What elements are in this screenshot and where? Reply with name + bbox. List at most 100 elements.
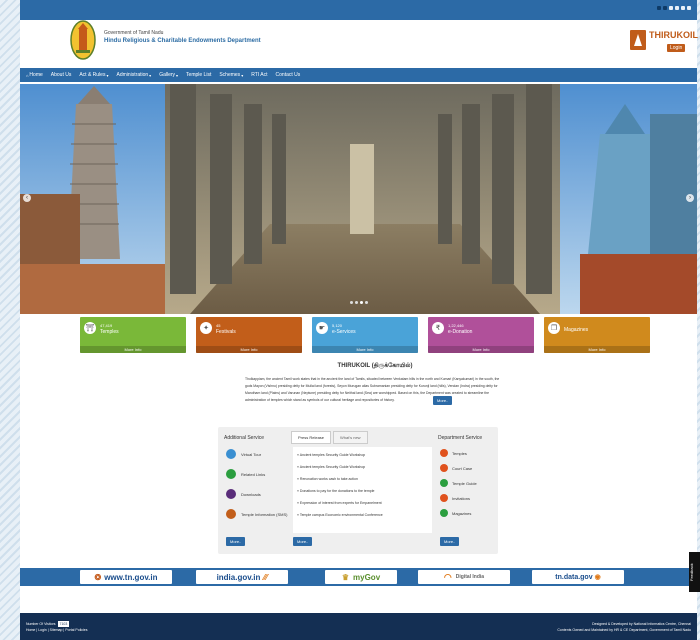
card-more-link[interactable]: More Info (544, 346, 650, 353)
press-more-button[interactable]: More.. (293, 537, 313, 546)
slider-dots (349, 301, 368, 304)
donation-icon: ₹ (432, 322, 444, 334)
about-text: Tholkappiam, the ancient Tamil work stat… (245, 377, 500, 402)
card-more-link[interactable]: More Info (428, 346, 534, 353)
news-item[interactable]: » Temple campus Economic environmental C… (297, 513, 383, 517)
slider-dot-active[interactable] (359, 301, 363, 304)
font-decrease-button[interactable] (669, 6, 673, 10)
nav-act-rules[interactable]: Act & Rules ▾ (79, 72, 108, 78)
card-label: e-Donation (448, 329, 473, 335)
language-button[interactable] (687, 6, 691, 10)
nav-temple-list[interactable]: Temple List (186, 72, 211, 78)
department-more-button[interactable]: More.. (440, 537, 460, 546)
footer-left: Number Of Visitors 7103 Home | Login | Si… (26, 621, 87, 633)
card-count: 5,120 (332, 323, 343, 328)
temple-logo-icon (630, 30, 646, 50)
magazine-icon: ❐ (548, 322, 560, 334)
tab-whats-new[interactable]: What's new (333, 431, 368, 444)
invitation-icon (440, 494, 448, 502)
department-service-panel: Department Service Temples Court Case Te… (432, 427, 498, 554)
dept-service-invitations[interactable]: Invitations (440, 494, 470, 502)
footer-links[interactable]: Home | Login | Sitemap | Portal Policies (26, 627, 87, 633)
card-festivals[interactable]: ✦ 45 Festivals More Info (196, 317, 302, 353)
card-temples[interactable]: ⛩ 47,419 Temples More Info (80, 317, 186, 353)
news-item[interactable]: » Expression of interest from experts fo… (297, 501, 382, 505)
service-downloads[interactable]: Downloads (226, 489, 261, 499)
portal-tn-data-gov[interactable]: tn.data.gov ◉ (532, 570, 624, 584)
feedback-tab[interactable]: Feedback (689, 552, 700, 592)
chevron-down-icon: ▾ (241, 72, 244, 78)
dept-service-temples[interactable]: Temples (440, 449, 467, 457)
about-more-button[interactable]: More.. (433, 396, 453, 405)
site-header: Government of Tamil Nadu Hindu Religious… (20, 20, 698, 68)
dept-service-magazines[interactable]: Magazines (440, 509, 471, 517)
national-emblem-icon: ♛ (341, 572, 350, 582)
news-item[interactable]: » Donations to pay for the donations to … (297, 489, 374, 493)
quick-stat-cards: ⛩ 47,419 Temples More Info ✦ 45 Festival… (80, 317, 660, 355)
contrast-dark-button[interactable] (657, 6, 661, 10)
main-navigation: ⌂ Home About Us Act & Rules ▾ Administrati… (20, 68, 697, 82)
slider-dot[interactable] (354, 301, 358, 304)
flag-stripes-icon: ⁄⁄⁄ (263, 572, 268, 582)
card-e-donation[interactable]: ₹ 1,22,446 e-Donation More Info (428, 317, 534, 353)
card-count: 47,419 (100, 323, 113, 328)
tn-emblem-icon: ❂ (94, 572, 102, 582)
accessibility-controls (657, 6, 691, 10)
portal-tn-gov[interactable]: ❂ www.tn.gov.in (80, 570, 172, 584)
card-magazines[interactable]: ❐ Magazines More Info (544, 317, 650, 353)
link-icon (226, 469, 236, 479)
login-button[interactable]: Login (667, 44, 686, 52)
news-tabs: Press Release What's new (291, 431, 368, 444)
portal-digital-india[interactable]: ◠ Digital India (418, 570, 510, 584)
sms-icon (226, 509, 236, 519)
font-increase-button[interactable] (681, 6, 685, 10)
dept-service-temple-guide[interactable]: Temple Guide (440, 479, 477, 487)
digital-india-logo-icon: ◠ (443, 571, 452, 582)
nav-contact-us[interactable]: Contact Us (276, 72, 301, 78)
card-more-link[interactable]: More Info (312, 346, 418, 353)
card-label: Festivals (216, 329, 236, 335)
nav-administration[interactable]: Administration ▾ (116, 72, 151, 78)
service-temple-info-sms[interactable]: Temple Information (SMS) (226, 509, 287, 519)
nav-schemes[interactable]: Schemes ▾ (219, 72, 243, 78)
government-label: Government of Tamil Nadu (104, 30, 164, 36)
service-virtual-tour[interactable]: Virtual Tour (226, 449, 261, 459)
hand-icon: ☛ (316, 322, 328, 334)
tab-press-release[interactable]: Press Release (291, 431, 332, 444)
news-item[interactable]: » Ancient temples Security Guide Worksho… (297, 465, 365, 469)
card-label: Magazines (564, 327, 589, 333)
temple-icon: ⛩ (84, 322, 96, 334)
temple-icon (440, 449, 448, 457)
brand-name: THIRUKOIL (649, 30, 698, 40)
portal-mygov[interactable]: ♛ myGov (325, 570, 397, 584)
news-item[interactable]: » Ancient temples Security Guide Worksho… (297, 453, 365, 457)
top-utility-bar (20, 0, 697, 20)
dept-service-court-case[interactable]: Court Case (440, 464, 472, 472)
nav-home[interactable]: ⌂ Home (26, 72, 43, 78)
globe-icon: ◉ (594, 574, 601, 581)
additional-more-button[interactable]: More.. (226, 537, 246, 546)
panel-title: Additional Service (224, 435, 265, 441)
slider-prev-icon[interactable]: ‹ (23, 194, 31, 202)
hero-slider[interactable]: ‹ › (20, 84, 697, 314)
magazine-icon (440, 509, 448, 517)
card-more-link[interactable]: More Info (80, 346, 186, 353)
thirukoil-brand[interactable]: THIRUKOIL Login (629, 26, 698, 58)
nav-rti-act[interactable]: RTI Act (251, 72, 267, 78)
additional-service-panel: Additional Service Virtual Tour Related … (218, 427, 294, 554)
temple-corridor-image (20, 84, 697, 314)
nav-about-us[interactable]: About Us (51, 72, 72, 78)
card-more-link[interactable]: More Info (196, 346, 302, 353)
portal-india-gov[interactable]: india.gov.in ⁄⁄⁄ (196, 570, 288, 584)
slider-dot[interactable] (364, 301, 368, 304)
font-reset-button[interactable] (675, 6, 679, 10)
service-related-links[interactable]: Related Links (226, 469, 265, 479)
card-count: 1,22,446 (448, 323, 464, 328)
slider-dot[interactable] (349, 301, 353, 304)
slider-next-icon[interactable]: › (686, 194, 694, 202)
card-e-services[interactable]: ☛ 5,120 e-Services More Info (312, 317, 418, 353)
contrast-light-button[interactable] (663, 6, 667, 10)
nav-gallery[interactable]: Gallery ▾ (159, 72, 178, 78)
site-footer: Number Of Visitors 7103 Home | Login | Si… (20, 613, 697, 640)
news-item[interactable]: » Renovation works cash to take action (297, 477, 358, 481)
